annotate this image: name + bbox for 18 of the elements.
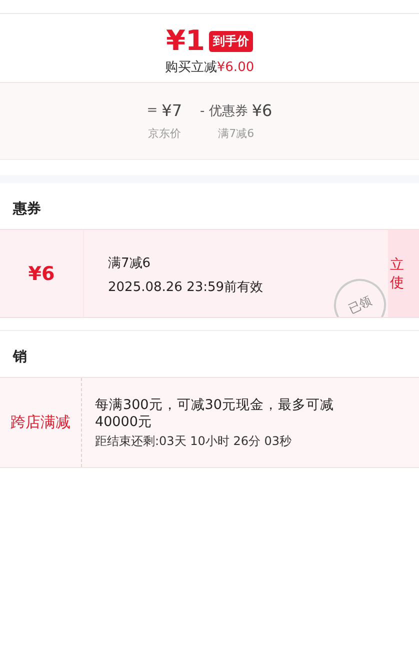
formula-amount: ¥6 bbox=[252, 101, 272, 120]
coupon-validity: 2025.08.26 23:59前有效 bbox=[108, 279, 264, 296]
coupon-amount: ¥6 bbox=[28, 262, 55, 284]
formula-caption: 满7减6 bbox=[218, 126, 254, 141]
use-coupon-button[interactable]: 立 使 bbox=[388, 230, 419, 317]
formula-operator: = bbox=[146, 103, 158, 118]
section-title: 销 bbox=[13, 348, 28, 367]
formula-amount: ¥7 bbox=[162, 101, 182, 120]
promotion-tag: 跨店满减 bbox=[10, 413, 70, 432]
coupon-condition: 满7减6 bbox=[108, 255, 152, 272]
promotion-countdown: 距结束还剩:03天 10小时 26分 03秒 bbox=[95, 433, 293, 450]
formula-operator: - 优惠券 bbox=[200, 102, 248, 120]
price-badge: 到手价 bbox=[208, 30, 253, 52]
saving-text: 购买立减¥6.00 bbox=[164, 59, 254, 76]
final-price: ¥1 bbox=[166, 24, 205, 58]
formula-caption: 京东价 bbox=[148, 126, 181, 141]
section-title: 惠券 bbox=[13, 200, 42, 219]
promotion-description: 每满300元，可减30元现金，最多可减40000元 bbox=[95, 397, 335, 431]
